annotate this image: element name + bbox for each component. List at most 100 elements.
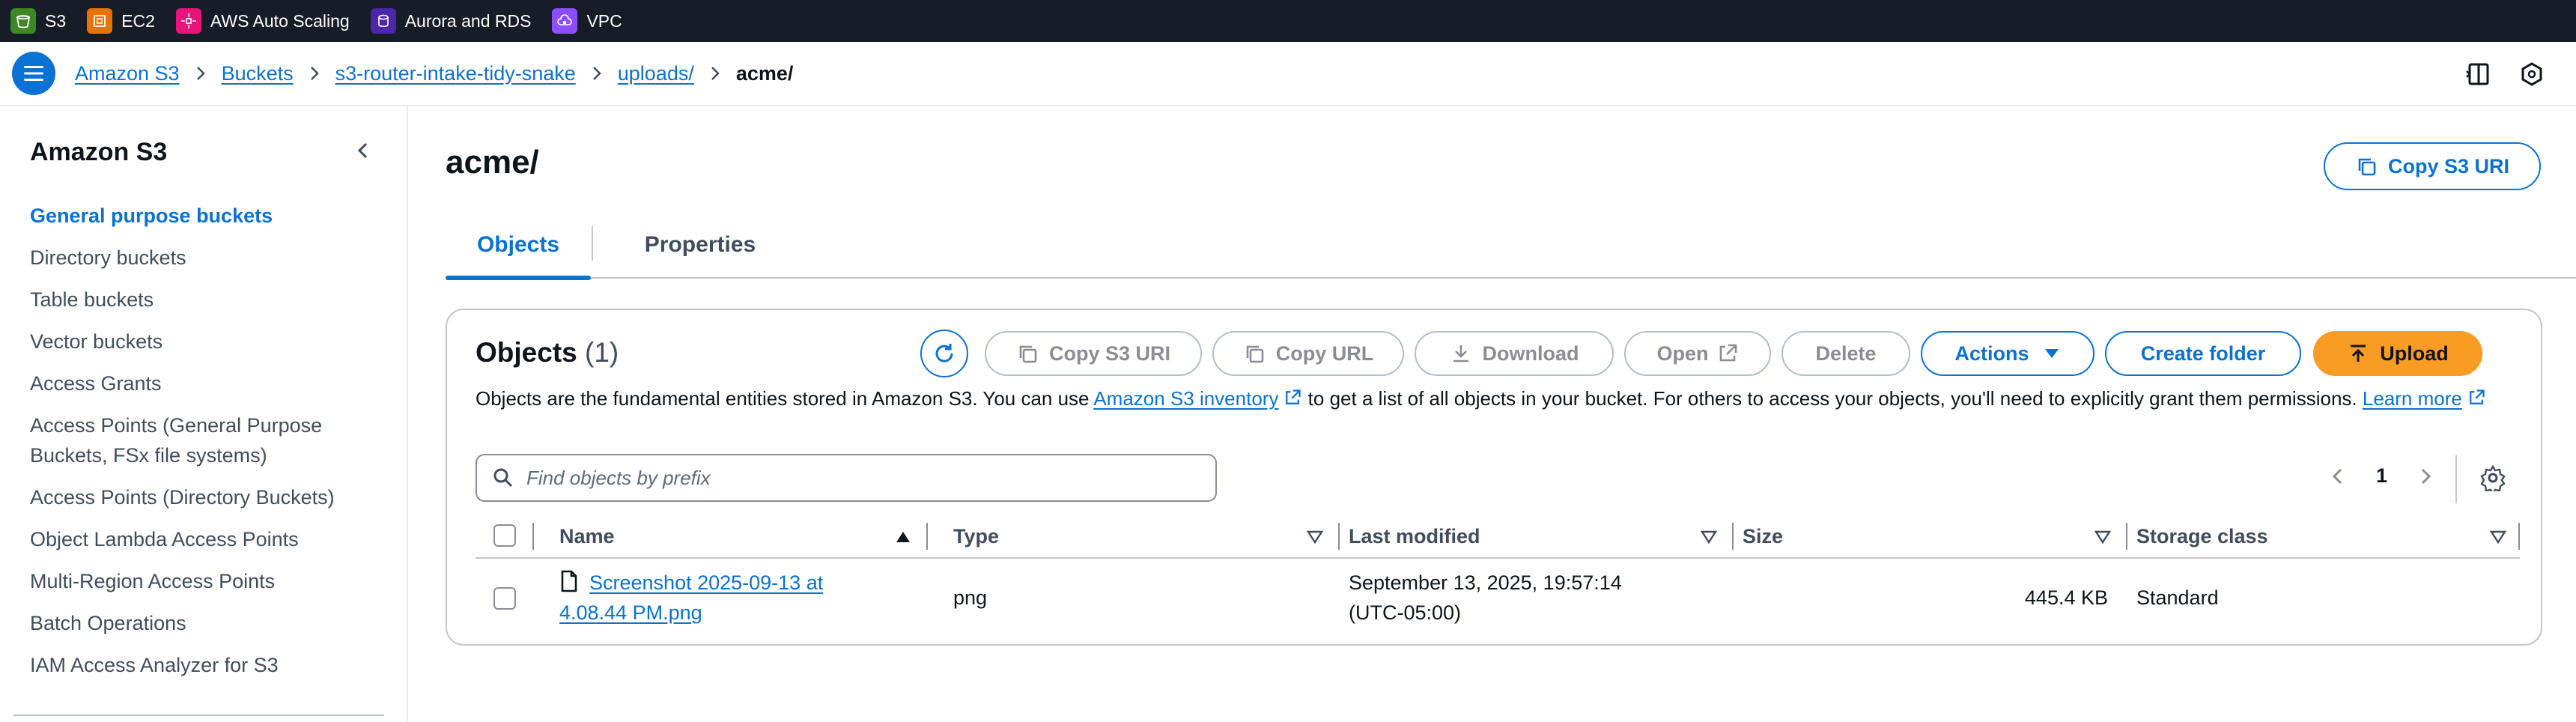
- sidebar-item-object-lambda[interactable]: Object Lambda Access Points: [30, 524, 389, 554]
- collapse-sidebar-icon[interactable]: [352, 139, 374, 162]
- favorite-ec2[interactable]: EC2: [87, 8, 155, 34]
- sidebar-item-table-buckets[interactable]: Table buckets: [30, 285, 389, 315]
- column-header-size[interactable]: Size: [1743, 514, 1783, 559]
- help-panel-icon[interactable]: [2518, 60, 2546, 88]
- button-label: Open: [1656, 342, 1709, 365]
- tab-properties[interactable]: Properties: [618, 211, 783, 279]
- divider: [13, 715, 384, 716]
- favorite-aurora-rds[interactable]: Aurora and RDS: [370, 8, 532, 34]
- search-input[interactable]: [526, 466, 1200, 490]
- page-number[interactable]: 1: [2376, 464, 2387, 488]
- cell-type: png: [953, 586, 988, 609]
- sort-icon[interactable]: [2489, 529, 2507, 545]
- chevron-right-icon: [709, 64, 721, 82]
- sidebar-title: Amazon S3: [30, 138, 168, 166]
- chevron-left-icon[interactable]: [2327, 465, 2349, 488]
- sidebar-item-directory-buckets[interactable]: Directory buckets: [30, 243, 389, 273]
- column-header-type[interactable]: Type: [953, 514, 999, 559]
- file-icon: [561, 570, 577, 592]
- open-button[interactable]: Open: [1624, 331, 1771, 376]
- breadcrumb-amazon-s3[interactable]: Amazon S3: [75, 62, 180, 85]
- tab-objects[interactable]: Objects: [446, 211, 591, 280]
- copy-s3-uri-toolbar-button[interactable]: Copy S3 URI: [985, 331, 1202, 376]
- favorite-label: VPC: [586, 10, 622, 31]
- sort-ascending-icon[interactable]: [895, 529, 911, 545]
- button-label: Download: [1482, 342, 1579, 365]
- column-header-name[interactable]: Name: [559, 514, 615, 559]
- inventory-link[interactable]: Amazon S3 inventory: [1093, 387, 1278, 410]
- tab-divider: [592, 226, 593, 261]
- external-link-icon: [2467, 386, 2486, 416]
- create-folder-button[interactable]: Create folder: [2105, 331, 2301, 376]
- column-label: Type: [953, 524, 1000, 547]
- sidebar-item-batch-operations[interactable]: Batch Operations: [30, 608, 389, 638]
- download-button[interactable]: Download: [1415, 331, 1614, 376]
- select-all-checkbox[interactable]: [493, 524, 516, 547]
- copy-s3-uri-button[interactable]: Copy S3 URI: [2324, 142, 2541, 190]
- breadcrumb-uploads[interactable]: uploads/: [618, 62, 694, 85]
- sidebar-item-access-points-directory[interactable]: Access Points (Directory Buckets): [30, 482, 389, 512]
- favorite-s3[interactable]: S3: [10, 8, 66, 34]
- description-text: Objects are the fundamental entities sto…: [476, 387, 1094, 410]
- copy-icon: [1246, 345, 1264, 363]
- actions-dropdown-button[interactable]: Actions: [1921, 331, 2094, 376]
- chevron-right-icon[interactable]: [2414, 465, 2437, 488]
- copy-icon: [1019, 345, 1037, 363]
- sort-icon[interactable]: [1700, 529, 1718, 545]
- objects-title: Objects (1): [476, 337, 619, 368]
- objects-heading: Objects: [476, 337, 577, 368]
- breadcrumb-buckets[interactable]: Buckets: [222, 62, 294, 85]
- objects-description: Objects are the fundamental entities sto…: [476, 383, 2497, 416]
- column-header-storage-class[interactable]: Storage class: [2136, 514, 2268, 559]
- sort-icon[interactable]: [1306, 529, 1324, 545]
- divider: [2455, 455, 2457, 503]
- learn-more-link[interactable]: Learn more: [2363, 387, 2462, 410]
- pagination: 1: [2327, 464, 2437, 488]
- breadcrumb-bucket[interactable]: s3-router-intake-tidy-snake: [335, 62, 576, 85]
- sidebar-item-access-grants[interactable]: Access Grants: [30, 368, 389, 398]
- sort-icon[interactable]: [2094, 529, 2112, 545]
- cell-last-modified: September 13, 2025, 19:57:14 (UTC-05:00): [1349, 568, 1622, 628]
- object-link[interactable]: Screenshot 2025-09-13 at 4.08.44 PM.png: [559, 571, 823, 624]
- refresh-icon: [935, 344, 953, 362]
- menu-button[interactable]: [12, 52, 55, 95]
- caret-down-icon: [2044, 349, 2059, 358]
- favorites-bar: S3 EC2 AWS Auto Scaling Aurora and RDS V…: [0, 0, 2576, 42]
- upload-button[interactable]: Upload: [2313, 331, 2482, 376]
- timezone-line: (UTC-05:00): [1349, 601, 1462, 624]
- gear-icon[interactable]: [2479, 464, 2506, 496]
- breadcrumb-bar: Amazon S3 Buckets s3-router-intake-tidy-…: [0, 42, 2576, 106]
- button-label: Copy S3 URI: [1048, 342, 1171, 365]
- chevron-right-icon: [591, 64, 603, 82]
- copy-url-button[interactable]: Copy URL: [1212, 331, 1404, 376]
- button-label: Delete: [1815, 342, 1877, 365]
- ec2-icon: [87, 8, 113, 34]
- sidebar-item-vector-buckets[interactable]: Vector buckets: [30, 327, 389, 357]
- table-header: Name Type Last modified Size Storage cla…: [476, 514, 2520, 559]
- favorite-label: Aurora and RDS: [404, 10, 532, 31]
- upload-icon: [2351, 345, 2366, 362]
- s3-icon: [10, 8, 36, 34]
- search-field[interactable]: [476, 454, 1217, 502]
- sidebar-item-multi-region[interactable]: Multi-Region Access Points: [30, 566, 389, 596]
- column-divider: [2126, 523, 2127, 550]
- column-divider: [1732, 523, 1734, 550]
- row-checkbox[interactable]: [493, 587, 516, 610]
- favorite-vpc[interactable]: VPC: [552, 8, 622, 34]
- cell-name: Screenshot 2025-09-13 at 4.08.44 PM.png: [559, 568, 889, 628]
- description-text: to get a list of all objects in your buc…: [1302, 387, 2363, 410]
- sidebar-item-iam-access-analyzer[interactable]: IAM Access Analyzer for S3: [30, 650, 389, 680]
- sidebar-item-access-points-general[interactable]: Access Points (General Purpose Buckets, …: [30, 410, 389, 470]
- sidebar-item-general-purpose-buckets[interactable]: General purpose buckets: [30, 201, 389, 231]
- column-divider: [1338, 523, 1340, 550]
- refresh-button[interactable]: [920, 330, 968, 377]
- date-line: September 13, 2025, 19:57:14: [1349, 571, 1622, 594]
- breadcrumb-current: acme/: [735, 61, 794, 85]
- column-header-last-modified[interactable]: Last modified: [1349, 514, 1480, 559]
- favorite-auto-scaling[interactable]: AWS Auto Scaling: [175, 8, 350, 34]
- rds-icon: [370, 8, 396, 34]
- button-label: Copy URL: [1275, 342, 1374, 365]
- delete-button[interactable]: Delete: [1781, 331, 1910, 376]
- button-label: Copy S3 URI: [2387, 154, 2510, 178]
- info-panel-icon[interactable]: [2464, 60, 2492, 88]
